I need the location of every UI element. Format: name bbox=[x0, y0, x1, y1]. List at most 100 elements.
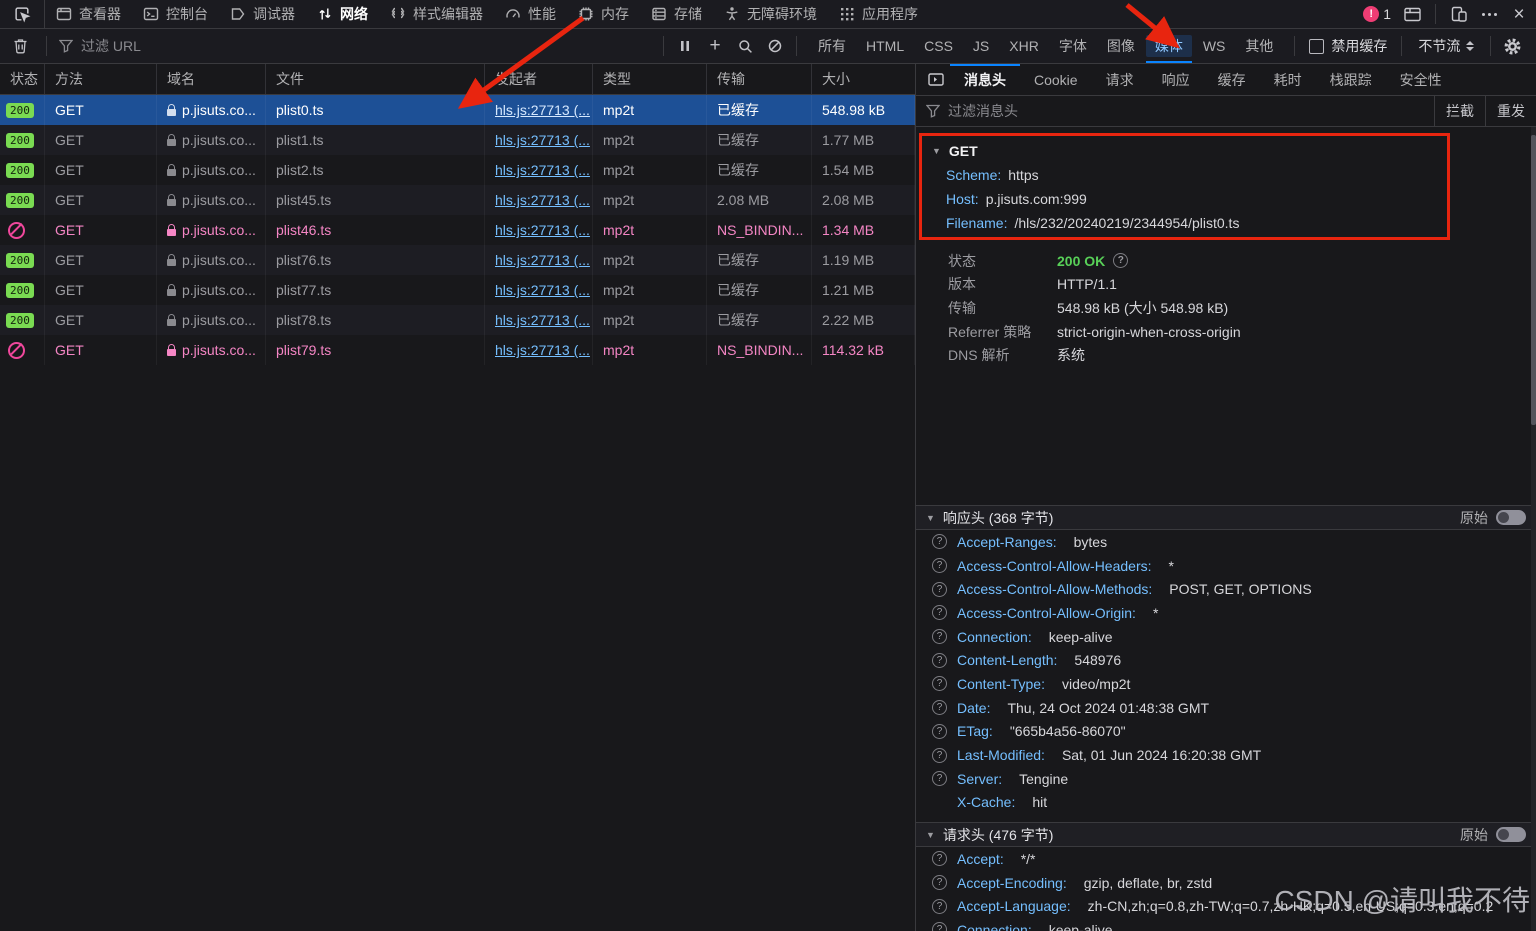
scrollbar-thumb[interactable] bbox=[1531, 135, 1536, 425]
help-icon[interactable]: ? bbox=[932, 582, 947, 597]
throttling-select[interactable]: 不节流 bbox=[1408, 36, 1484, 56]
help-icon[interactable]: ? bbox=[932, 534, 947, 549]
help-icon[interactable]: ? bbox=[1113, 253, 1128, 268]
pause-traffic-button[interactable] bbox=[670, 33, 700, 59]
devtools-tab-2[interactable]: 控制台 bbox=[132, 0, 219, 28]
filter-chip-HTML[interactable]: HTML bbox=[857, 35, 913, 57]
filter-chip-JS[interactable]: JS bbox=[964, 35, 998, 57]
details-tab-消息头[interactable]: 消息头 bbox=[950, 64, 1020, 95]
block-request-button[interactable] bbox=[760, 33, 790, 59]
details-tab-strip: 消息头Cookie请求响应缓存耗时栈跟踪安全性 bbox=[950, 64, 1456, 95]
request-headers-section[interactable]: ▼ 请求头 (476 字节) 原始 bbox=[916, 822, 1536, 847]
devtools-tab-10[interactable]: 应用程序 bbox=[828, 0, 929, 28]
new-request-button[interactable]: + bbox=[700, 33, 730, 59]
table-row[interactable]: 200GETp.jisuts.co...plist45.tshls.js:277… bbox=[0, 185, 915, 215]
devtools-tab-8[interactable]: 存储 bbox=[640, 0, 713, 28]
table-row[interactable]: 200GETp.jisuts.co...plist1.tshls.js:2771… bbox=[0, 125, 915, 155]
help-icon[interactable]: ? bbox=[932, 875, 947, 890]
help-icon[interactable]: ? bbox=[932, 676, 947, 691]
initiator-link[interactable]: hls.js:27713 (... bbox=[495, 312, 590, 328]
help-icon[interactable]: ? bbox=[932, 724, 947, 739]
devtools-tab-6[interactable]: 性能 bbox=[494, 0, 567, 28]
resend-button[interactable]: 重发 bbox=[1485, 96, 1536, 126]
filter-chip-所有[interactable]: 所有 bbox=[809, 35, 855, 57]
table-row[interactable]: 200GETp.jisuts.co...plist0.tshls.js:2771… bbox=[0, 95, 915, 125]
disable-cache-checkbox[interactable]: 禁用缓存 bbox=[1301, 36, 1395, 56]
initiator-link[interactable]: hls.js:27713 (... bbox=[495, 282, 590, 298]
help-icon[interactable]: ? bbox=[932, 700, 947, 715]
details-tab-请求[interactable]: 请求 bbox=[1092, 64, 1148, 95]
filter-headers-input[interactable]: 过滤消息头 bbox=[948, 101, 1434, 121]
help-icon[interactable]: ? bbox=[932, 851, 947, 866]
column-header-1[interactable]: 状态 bbox=[0, 64, 45, 94]
filter-chip-XHR[interactable]: XHR bbox=[1000, 35, 1048, 57]
devtools-tab-1[interactable]: 查看器 bbox=[45, 0, 132, 28]
table-row[interactable]: GETp.jisuts.co...plist79.tshls.js:27713 … bbox=[0, 335, 915, 365]
cell-type: mp2t bbox=[593, 155, 707, 185]
close-devtools-button[interactable]: × bbox=[1506, 2, 1532, 26]
help-icon[interactable]: ? bbox=[932, 629, 947, 644]
details-tab-安全性[interactable]: 安全性 bbox=[1386, 64, 1456, 95]
filter-chip-CSS[interactable]: CSS bbox=[915, 35, 962, 57]
filter-chip-其他[interactable]: 其他 bbox=[1236, 35, 1282, 57]
details-tab-缓存[interactable]: 缓存 bbox=[1204, 64, 1260, 95]
help-icon[interactable]: ? bbox=[932, 748, 947, 763]
initiator-link[interactable]: hls.js:27713 (... bbox=[495, 252, 590, 268]
help-icon[interactable]: ? bbox=[932, 558, 947, 573]
table-row[interactable]: GETp.jisuts.co...plist46.tshls.js:27713 … bbox=[0, 215, 915, 245]
column-header-2[interactable]: 方法 bbox=[45, 64, 157, 94]
devtools-tab-4[interactable]: 网络 bbox=[306, 0, 379, 28]
raw-toggle[interactable] bbox=[1496, 827, 1526, 842]
filter-chip-字体[interactable]: 字体 bbox=[1050, 35, 1096, 57]
table-row[interactable]: 200GETp.jisuts.co...plist76.tshls.js:277… bbox=[0, 245, 915, 275]
column-header-5[interactable]: 发起者 bbox=[485, 64, 593, 94]
column-header-4[interactable]: 文件 bbox=[266, 64, 485, 94]
filter-chip-图像[interactable]: 图像 bbox=[1098, 35, 1144, 57]
table-row[interactable]: 200GETp.jisuts.co...plist77.tshls.js:277… bbox=[0, 275, 915, 305]
initiator-link[interactable]: hls.js:27713 (... bbox=[495, 342, 590, 358]
help-icon[interactable]: ? bbox=[932, 771, 947, 786]
initiator-link[interactable]: hls.js:27713 (... bbox=[495, 162, 590, 178]
devtools-tab-5[interactable]: 样式编辑器 bbox=[379, 0, 494, 28]
details-scrollbar[interactable] bbox=[1531, 127, 1536, 931]
filter-chip-媒体[interactable]: 媒体 bbox=[1146, 35, 1192, 57]
filter-url-input[interactable]: 过滤 URL bbox=[53, 36, 657, 56]
details-tab-耗时[interactable]: 耗时 bbox=[1260, 64, 1316, 95]
search-button[interactable] bbox=[730, 33, 760, 59]
initiator-link[interactable]: hls.js:27713 (... bbox=[495, 192, 590, 208]
raw-toggle[interactable] bbox=[1496, 510, 1526, 525]
summary-method-row[interactable]: ▼ GET bbox=[932, 139, 1447, 163]
response-headers-section[interactable]: ▼ 响应头 (368 字节) 原始 bbox=[916, 505, 1536, 530]
split-console-button[interactable] bbox=[1399, 2, 1425, 26]
table-row[interactable]: 200GETp.jisuts.co...plist2.tshls.js:2771… bbox=[0, 155, 915, 185]
header-name: Scheme bbox=[946, 167, 1001, 183]
help-icon[interactable]: ? bbox=[932, 605, 947, 620]
collapse-panel-button[interactable] bbox=[922, 64, 950, 95]
menu-button[interactable] bbox=[1476, 2, 1502, 26]
block-url-button[interactable]: 拦截 bbox=[1434, 96, 1485, 126]
details-tab-Cookie[interactable]: Cookie bbox=[1020, 64, 1092, 95]
filter-chip-WS[interactable]: WS bbox=[1194, 35, 1235, 57]
error-count-badge[interactable]: ! 1 bbox=[1363, 6, 1391, 22]
help-icon[interactable]: ? bbox=[932, 922, 947, 931]
table-row[interactable]: 200GETp.jisuts.co...plist78.tshls.js:277… bbox=[0, 305, 915, 335]
error-icon: ! bbox=[1363, 6, 1379, 22]
devtools-tab-7[interactable]: 内存 bbox=[567, 0, 640, 28]
column-header-8[interactable]: 大小 bbox=[812, 64, 915, 94]
devtools-tab-3[interactable]: 调试器 bbox=[219, 0, 306, 28]
devtools-tab-9[interactable]: 无障碍环境 bbox=[713, 0, 828, 28]
column-header-7[interactable]: 传输 bbox=[707, 64, 812, 94]
details-tab-栈跟踪[interactable]: 栈跟踪 bbox=[1316, 64, 1386, 95]
initiator-link[interactable]: hls.js:27713 (... bbox=[495, 222, 590, 238]
clear-requests-button[interactable] bbox=[0, 38, 40, 54]
responsive-mode-button[interactable] bbox=[1446, 2, 1472, 26]
column-header-3[interactable]: 域名 bbox=[157, 64, 266, 94]
help-icon[interactable]: ? bbox=[932, 899, 947, 914]
details-tab-响应[interactable]: 响应 bbox=[1148, 64, 1204, 95]
initiator-link[interactable]: hls.js:27713 (... bbox=[495, 102, 590, 118]
column-header-6[interactable]: 类型 bbox=[593, 64, 707, 94]
help-icon[interactable]: ? bbox=[932, 653, 947, 668]
network-settings-button[interactable] bbox=[1497, 33, 1527, 59]
pick-element-button[interactable] bbox=[0, 0, 45, 28]
initiator-link[interactable]: hls.js:27713 (... bbox=[495, 132, 590, 148]
